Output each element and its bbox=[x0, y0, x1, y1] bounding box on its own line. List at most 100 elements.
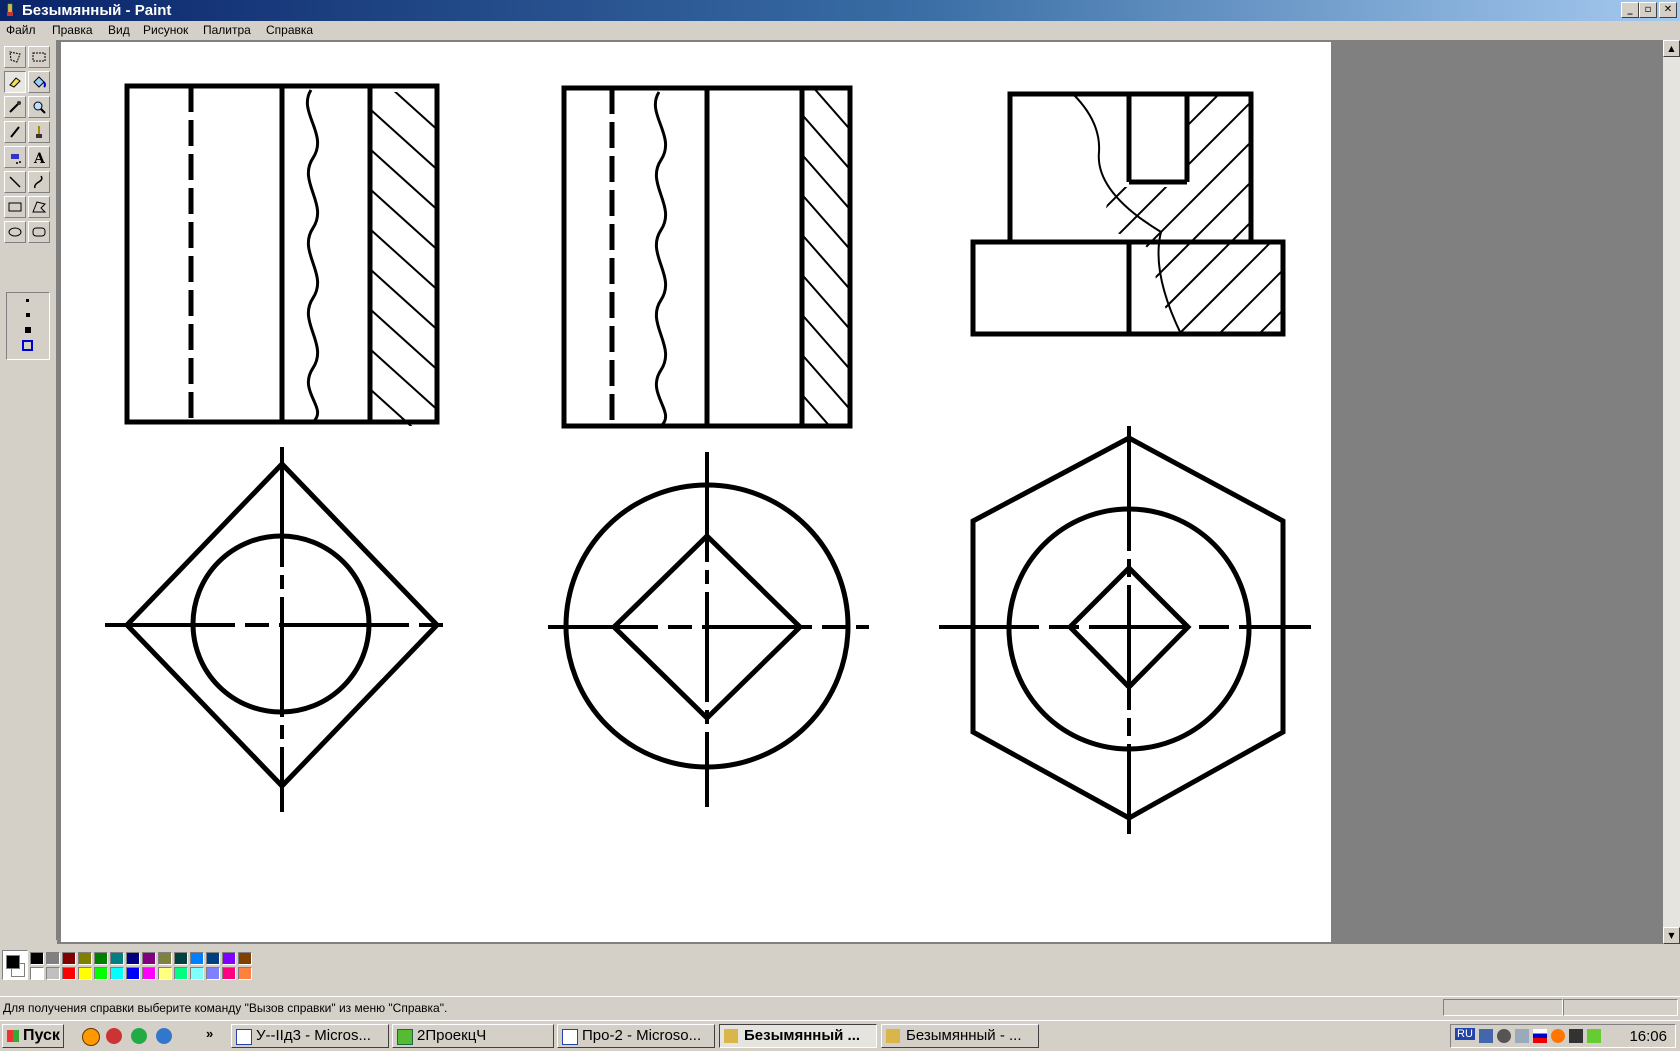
palette-swatch[interactable] bbox=[222, 952, 236, 965]
tool-rounded-rect[interactable] bbox=[28, 221, 50, 243]
palette-swatch[interactable] bbox=[222, 967, 236, 980]
menu-file[interactable]: Файл bbox=[6, 23, 36, 38]
status-coordinates bbox=[1443, 999, 1563, 1016]
word-icon bbox=[236, 1029, 252, 1045]
tray-icon[interactable] bbox=[1497, 1029, 1511, 1043]
palette-swatch[interactable] bbox=[238, 952, 252, 965]
palette-swatch[interactable] bbox=[206, 967, 220, 980]
airbrush-icon bbox=[11, 154, 21, 164]
rectangle-icon bbox=[8, 202, 22, 212]
close-button[interactable]: ✕ bbox=[1659, 2, 1677, 18]
palette-swatch[interactable] bbox=[78, 967, 92, 980]
menu-image[interactable]: Рисунок bbox=[143, 23, 188, 38]
palette-swatch[interactable] bbox=[174, 952, 188, 965]
scroll-up-button[interactable]: ▲ bbox=[1663, 40, 1680, 57]
tool-polygon[interactable] bbox=[28, 196, 50, 218]
palette-swatch[interactable] bbox=[110, 952, 124, 965]
palette-swatch[interactable] bbox=[190, 952, 204, 965]
menu-edit[interactable]: Правка bbox=[52, 23, 93, 38]
clock: 16:06 bbox=[1629, 1028, 1667, 1045]
palette-swatch[interactable] bbox=[30, 967, 44, 980]
task-word-1[interactable]: У--ІІд3 - Micros... bbox=[231, 1024, 389, 1048]
task-word-2[interactable]: Про-2 - Microso... bbox=[557, 1024, 715, 1048]
polygon-icon bbox=[32, 201, 47, 213]
rounded-rect-icon bbox=[32, 227, 46, 237]
tool-free-select[interactable] bbox=[4, 46, 26, 68]
palette-swatch[interactable] bbox=[46, 967, 60, 980]
tool-curve[interactable] bbox=[28, 171, 50, 193]
system-tray: RU 16:06 bbox=[1450, 1024, 1676, 1048]
palette-swatch[interactable] bbox=[126, 952, 140, 965]
palette-swatch[interactable] bbox=[110, 967, 124, 980]
palette-swatch[interactable] bbox=[78, 952, 92, 965]
palette-swatch[interactable] bbox=[126, 967, 140, 980]
current-colors[interactable] bbox=[2, 950, 28, 980]
status-size bbox=[1563, 999, 1678, 1016]
vertical-scrollbar[interactable]: ▲ ▼ bbox=[1663, 40, 1680, 944]
tool-line[interactable] bbox=[4, 171, 26, 193]
tray-icon[interactable] bbox=[1569, 1029, 1583, 1043]
ie-icon[interactable] bbox=[156, 1028, 172, 1044]
technical-drawing bbox=[105, 83, 1311, 834]
svg-text:A: A bbox=[33, 151, 46, 165]
line-icon bbox=[9, 176, 21, 188]
tool-magnifier[interactable] bbox=[28, 96, 50, 118]
palette-swatch[interactable] bbox=[158, 952, 172, 965]
palette-swatch[interactable] bbox=[30, 952, 44, 965]
palette-swatch[interactable] bbox=[238, 967, 252, 980]
palette-swatch[interactable] bbox=[62, 967, 76, 980]
tool-options[interactable] bbox=[6, 292, 50, 360]
tool-brush[interactable] bbox=[28, 121, 50, 143]
fill-bucket-icon bbox=[33, 76, 46, 88]
menu-help[interactable]: Справка bbox=[266, 23, 313, 38]
task-label: Безымянный ... bbox=[744, 1027, 861, 1044]
task-paint-active[interactable]: Безымянный ... bbox=[719, 1024, 877, 1048]
palette-swatch[interactable] bbox=[142, 952, 156, 965]
palette-swatch[interactable] bbox=[94, 952, 108, 965]
task-paint-2[interactable]: Безымянный - ... bbox=[881, 1024, 1039, 1048]
task-folder[interactable]: 2ПроекцЧ bbox=[392, 1024, 554, 1048]
palette-swatch[interactable] bbox=[174, 967, 188, 980]
palette-swatch[interactable] bbox=[142, 967, 156, 980]
menu-palette[interactable]: Палитра bbox=[203, 23, 251, 38]
scroll-down-button[interactable]: ▼ bbox=[1663, 927, 1680, 944]
start-button[interactable]: Пуск bbox=[2, 1024, 64, 1048]
tool-pick-color[interactable] bbox=[4, 96, 26, 118]
drawing-canvas[interactable] bbox=[61, 42, 1331, 942]
tool-pencil[interactable] bbox=[4, 121, 26, 143]
tool-eraser[interactable] bbox=[4, 71, 26, 93]
tool-ellipse[interactable] bbox=[4, 221, 26, 243]
palette-swatch[interactable] bbox=[158, 967, 172, 980]
palette-swatch[interactable] bbox=[46, 952, 60, 965]
work-area bbox=[57, 40, 1663, 944]
paint-icon bbox=[886, 1029, 900, 1043]
tray-icon[interactable] bbox=[1587, 1029, 1601, 1043]
restore-button[interactable]: ▫ bbox=[1639, 2, 1657, 18]
tool-fill[interactable] bbox=[28, 71, 50, 93]
browser-icon[interactable] bbox=[82, 1028, 100, 1046]
tool-rectangle[interactable] bbox=[4, 196, 26, 218]
palette-swatch[interactable] bbox=[190, 967, 204, 980]
text-icon: A bbox=[33, 151, 46, 165]
palette-swatch[interactable] bbox=[206, 952, 220, 965]
tray-icon[interactable] bbox=[1515, 1029, 1529, 1043]
free-form-select-icon bbox=[9, 51, 21, 63]
media-icon[interactable] bbox=[106, 1028, 122, 1044]
tray-icon[interactable] bbox=[1479, 1029, 1493, 1043]
tool-text[interactable]: A bbox=[28, 146, 50, 168]
more-quicklaunch[interactable]: » bbox=[206, 1026, 213, 1041]
language-indicator[interactable]: RU bbox=[1455, 1028, 1475, 1040]
palette-swatch[interactable] bbox=[62, 952, 76, 965]
brush-icon bbox=[36, 126, 42, 138]
menu-view[interactable]: Вид bbox=[108, 23, 130, 38]
tool-rect-select[interactable] bbox=[28, 46, 50, 68]
russian-flag-icon[interactable] bbox=[1533, 1029, 1547, 1043]
tray-icon[interactable] bbox=[1551, 1029, 1565, 1043]
palette-swatch[interactable] bbox=[94, 967, 108, 980]
folder-icon bbox=[397, 1029, 413, 1045]
foreground-color-swatch bbox=[6, 955, 20, 969]
minimize-button[interactable]: _ bbox=[1621, 2, 1639, 18]
tool-airbrush[interactable] bbox=[4, 146, 26, 168]
rect-select-icon bbox=[32, 52, 46, 62]
network-icon[interactable] bbox=[131, 1028, 147, 1044]
